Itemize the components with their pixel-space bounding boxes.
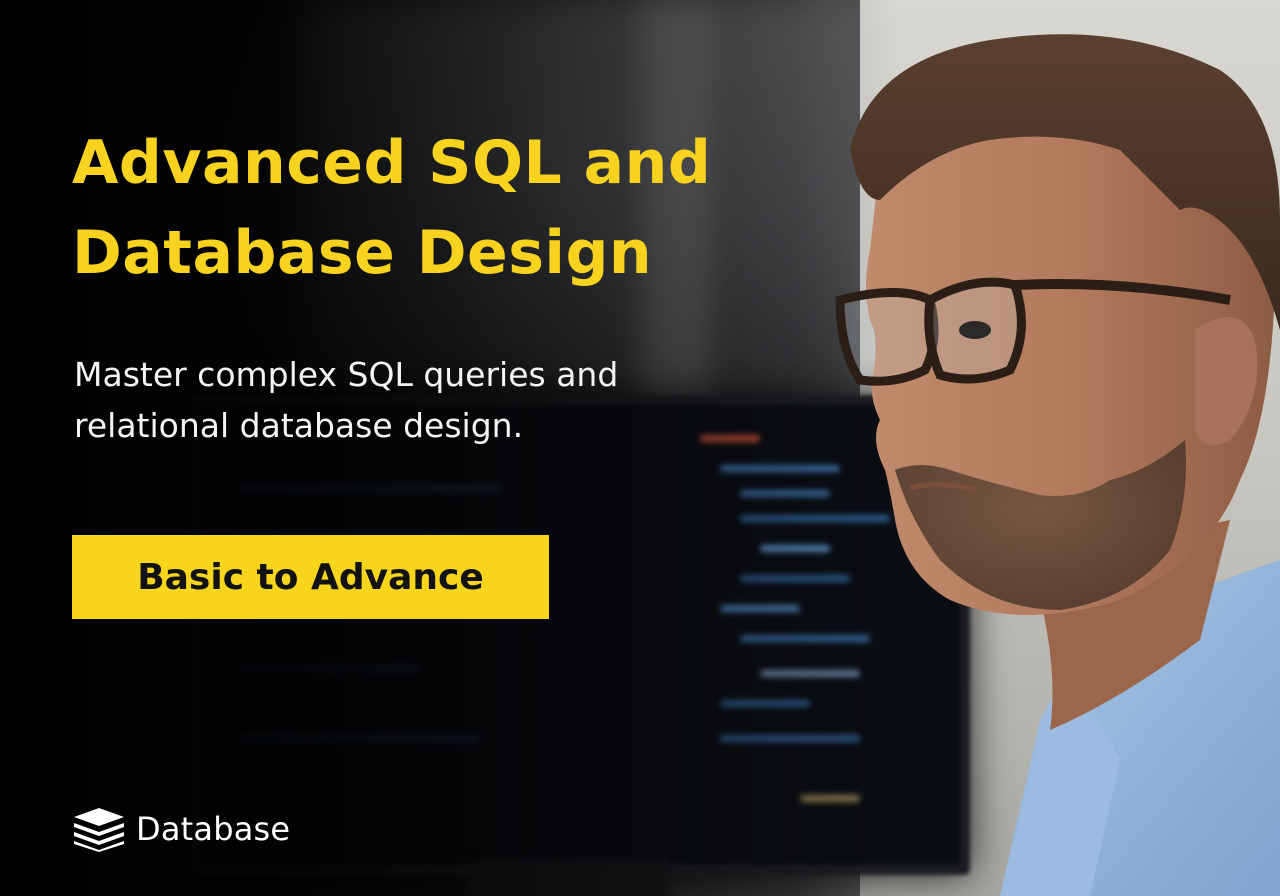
course-title-line-2: Database Design [72, 218, 653, 288]
level-cta-button[interactable]: Basic to Advance [72, 535, 549, 619]
brand-logo[interactable]: Database [72, 806, 290, 852]
course-title-line-1: Advanced SQL and [72, 128, 712, 198]
course-banner: Advanced SQL and Database Design Master … [0, 0, 1280, 896]
level-cta-label: Basic to Advance [137, 556, 484, 598]
course-description-line-1: Master complex SQL queries and [74, 355, 619, 394]
course-title: Advanced SQL and Database Design [72, 118, 832, 298]
course-description: Master complex SQL queries and relationa… [74, 349, 774, 451]
brand-name: Database [136, 810, 291, 848]
stacked-layers-icon [74, 808, 124, 852]
course-description-line-2: relational database design. [74, 406, 524, 445]
